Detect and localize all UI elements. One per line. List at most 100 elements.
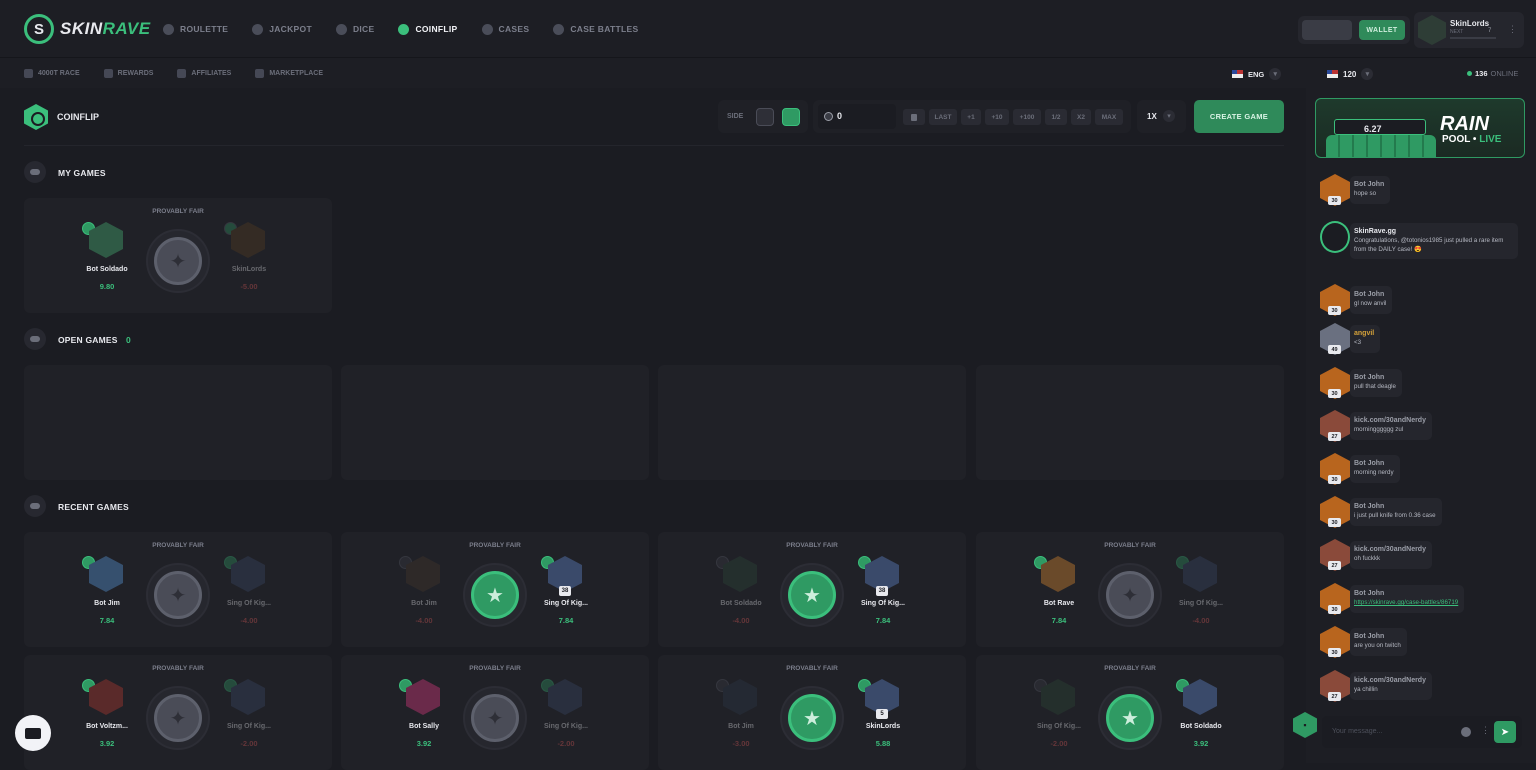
room-count: 120 (1343, 69, 1357, 79)
chat-room-select[interactable]: 120 ▾ (1327, 68, 1374, 80)
bet-max-button[interactable]: MAX (1095, 109, 1123, 125)
create-game-button[interactable]: CREATE GAME (1194, 100, 1284, 133)
rain-pool-banner[interactable]: 6.27 RAIN POOL • LIVE (1315, 98, 1525, 158)
chat-username[interactable]: Bot John (1354, 503, 1436, 510)
player-amount: -2.00 (1050, 739, 1068, 748)
online-count: 136 (1475, 69, 1488, 78)
player-amount: -4.00 (240, 616, 258, 625)
level-badge: 30 (1328, 518, 1341, 527)
subnav-marketplace[interactable]: MARKETPLACE (255, 69, 323, 78)
bet-value: 0 (837, 111, 843, 121)
bet-last-button[interactable]: LAST (929, 109, 957, 125)
player-amount: -4.00 (1192, 616, 1210, 625)
more-options-icon[interactable]: ⋮ (1481, 725, 1490, 736)
player-left: Bot Soldado 9.80 (67, 222, 147, 302)
player-amount: 3.92 (416, 739, 432, 748)
chat-text: pull that deagle (1354, 383, 1396, 390)
multiplier-select[interactable] (1137, 100, 1186, 133)
recent-game-card[interactable]: PROVABLY FAIR Bot Voltzm... 3.92 ✦ Sing Of K… (24, 655, 332, 770)
recent-game-card[interactable]: PROVABLY FAIR Bot Soldado -4.00 ★ 38 Sing Of … (658, 532, 966, 647)
emoji-icon[interactable] (1461, 727, 1471, 737)
chat-username[interactable]: Bot John (1354, 590, 1458, 597)
chat-username[interactable]: SkinRave.gg (1354, 228, 1512, 235)
level-badge: 5 (876, 709, 888, 719)
player-amount: -4.00 (732, 616, 750, 625)
nav-coinflip[interactable]: COINFLIP (398, 22, 457, 36)
player-left: Bot Jim 7.84 (67, 556, 147, 636)
market-icon (255, 69, 265, 78)
clear-bet-button[interactable] (903, 109, 925, 125)
my-game-card[interactable]: PROVABLY FAIR Bot Soldado 9.80 ✦ SkinLor… (24, 198, 332, 313)
chat-username[interactable]: Bot John (1354, 633, 1401, 640)
message-bubble: kick.com/30andNerdy ya chillin (1350, 672, 1432, 700)
bet-double-button[interactable]: X2 (1071, 109, 1091, 125)
chat-username[interactable]: Bot John (1354, 291, 1386, 298)
chat-text: morningggggg zul (1354, 426, 1404, 433)
chat-username[interactable]: Bot John (1354, 460, 1394, 467)
level-badge: 38 (876, 586, 888, 596)
subnav-affiliates[interactable]: AFFILIATES (177, 69, 231, 78)
dice-icon (335, 23, 347, 35)
player-left: Bot Jim -3.00 (701, 679, 781, 759)
ct-side-icon: ★ (803, 584, 821, 607)
user-profile[interactable]: SkinLords NEXT 7 ⋮ (1414, 12, 1524, 48)
live-text: LIVE (1479, 134, 1502, 145)
nav-case-battles[interactable]: CASE BATTLES (553, 22, 638, 36)
subnav-race[interactable]: 4000T RACE (24, 69, 80, 78)
recent-game-card[interactable]: PROVABLY FAIR Bot Jim -4.00 ★ 38 Sing Of Kig.… (341, 532, 649, 647)
wallet-button[interactable]: WALLET (1359, 20, 1405, 40)
nav-label: DICE (352, 24, 375, 34)
recent-game-card[interactable]: PROVABLY FAIR Bot Rave 7.84 ✦ Sing Of Kig...… (976, 532, 1284, 647)
player-name: Bot Sally (409, 723, 439, 730)
bet-plus1-button[interactable]: +1 (961, 109, 981, 125)
chat-username[interactable]: kick.com/30andNerdy (1354, 677, 1426, 684)
side-ct-button[interactable] (782, 108, 800, 126)
message-bubble: Bot John pull that deagle (1350, 369, 1402, 397)
level-badge: 27 (1328, 692, 1341, 701)
nav-roulette[interactable]: ROULETTE (163, 22, 228, 36)
level-progress (1450, 37, 1496, 39)
chat-bubble-icon (25, 727, 41, 739)
send-button[interactable]: ➤ (1494, 721, 1516, 743)
chat-username[interactable]: kick.com/30andNerdy (1354, 417, 1426, 424)
subnav-rewards[interactable]: REWARDS (103, 69, 153, 78)
player-amount: 3.92 (99, 739, 115, 748)
subnav-label: MARKETPLACE (269, 70, 324, 77)
language-select[interactable]: ENG ▾ (1232, 68, 1282, 80)
player-name: Bot Soldado (720, 600, 762, 607)
section-my-games: MY GAMES (58, 168, 106, 178)
chat-username[interactable]: angvil (1354, 330, 1374, 337)
bet-plus100-button[interactable]: +100 (1013, 109, 1041, 125)
recent-game-card[interactable]: PROVABLY FAIR Bot Jim -3.00 ★ 5 SkinLords 5.88 (658, 655, 966, 770)
recent-game-card[interactable]: PROVABLY FAIR Bot Jim 7.84 ✦ Sing Of Kig... -… (24, 532, 332, 647)
bet-half-button[interactable]: 1/2 (1045, 109, 1067, 125)
message-bubble: angvil <3 (1350, 325, 1381, 353)
site-logo[interactable]: S SKINRAVE (24, 14, 151, 44)
main-nav: ROULETTE JACKPOT DICE COINFLIP CASES CAS… (163, 22, 662, 36)
chat-username[interactable]: Bot John (1354, 374, 1396, 381)
chat-username[interactable]: Bot John (1354, 181, 1384, 188)
bet-plus10-button[interactable]: +10 (985, 109, 1009, 125)
side-label: SIDE (727, 113, 744, 120)
support-chat-button[interactable] (15, 715, 51, 751)
recent-game-card[interactable]: PROVABLY FAIR Bot Sally 3.92 ✦ Sing Of Kig..… (341, 655, 649, 770)
player-left: Bot Voltzm... 3.92 (67, 679, 147, 759)
player-right: Bot Soldado 3.92 (1161, 679, 1241, 759)
nav-jackpot[interactable]: JACKPOT (252, 22, 312, 36)
player-amount: 9.80 (99, 282, 115, 291)
nav-dice[interactable]: DICE (335, 22, 375, 36)
chat-username[interactable]: kick.com/30andNerdy (1354, 546, 1426, 553)
player-amount: -3.00 (732, 739, 750, 748)
chat-sidebar (1306, 58, 1536, 763)
level-badge: 30 (1328, 605, 1341, 614)
side-t-button[interactable] (756, 108, 774, 126)
recent-game-card[interactable]: PROVABLY FAIR Sing Of Kig... -2.00 ★ Bot Sol… (976, 655, 1284, 770)
flag-icon (24, 69, 33, 78)
multiplier-value: 1X (1147, 112, 1157, 121)
player-right: 38 Sing Of Kig... 7.84 (843, 556, 923, 636)
chat-text[interactable]: https://skinrave.gg/case-battles/86719 (1354, 599, 1458, 608)
t-side-icon: ✦ (486, 707, 504, 730)
chat-text: gl now anvil (1354, 300, 1387, 307)
menu-dots-icon[interactable]: ⋮ (1508, 24, 1517, 35)
nav-cases[interactable]: CASES (481, 22, 530, 36)
